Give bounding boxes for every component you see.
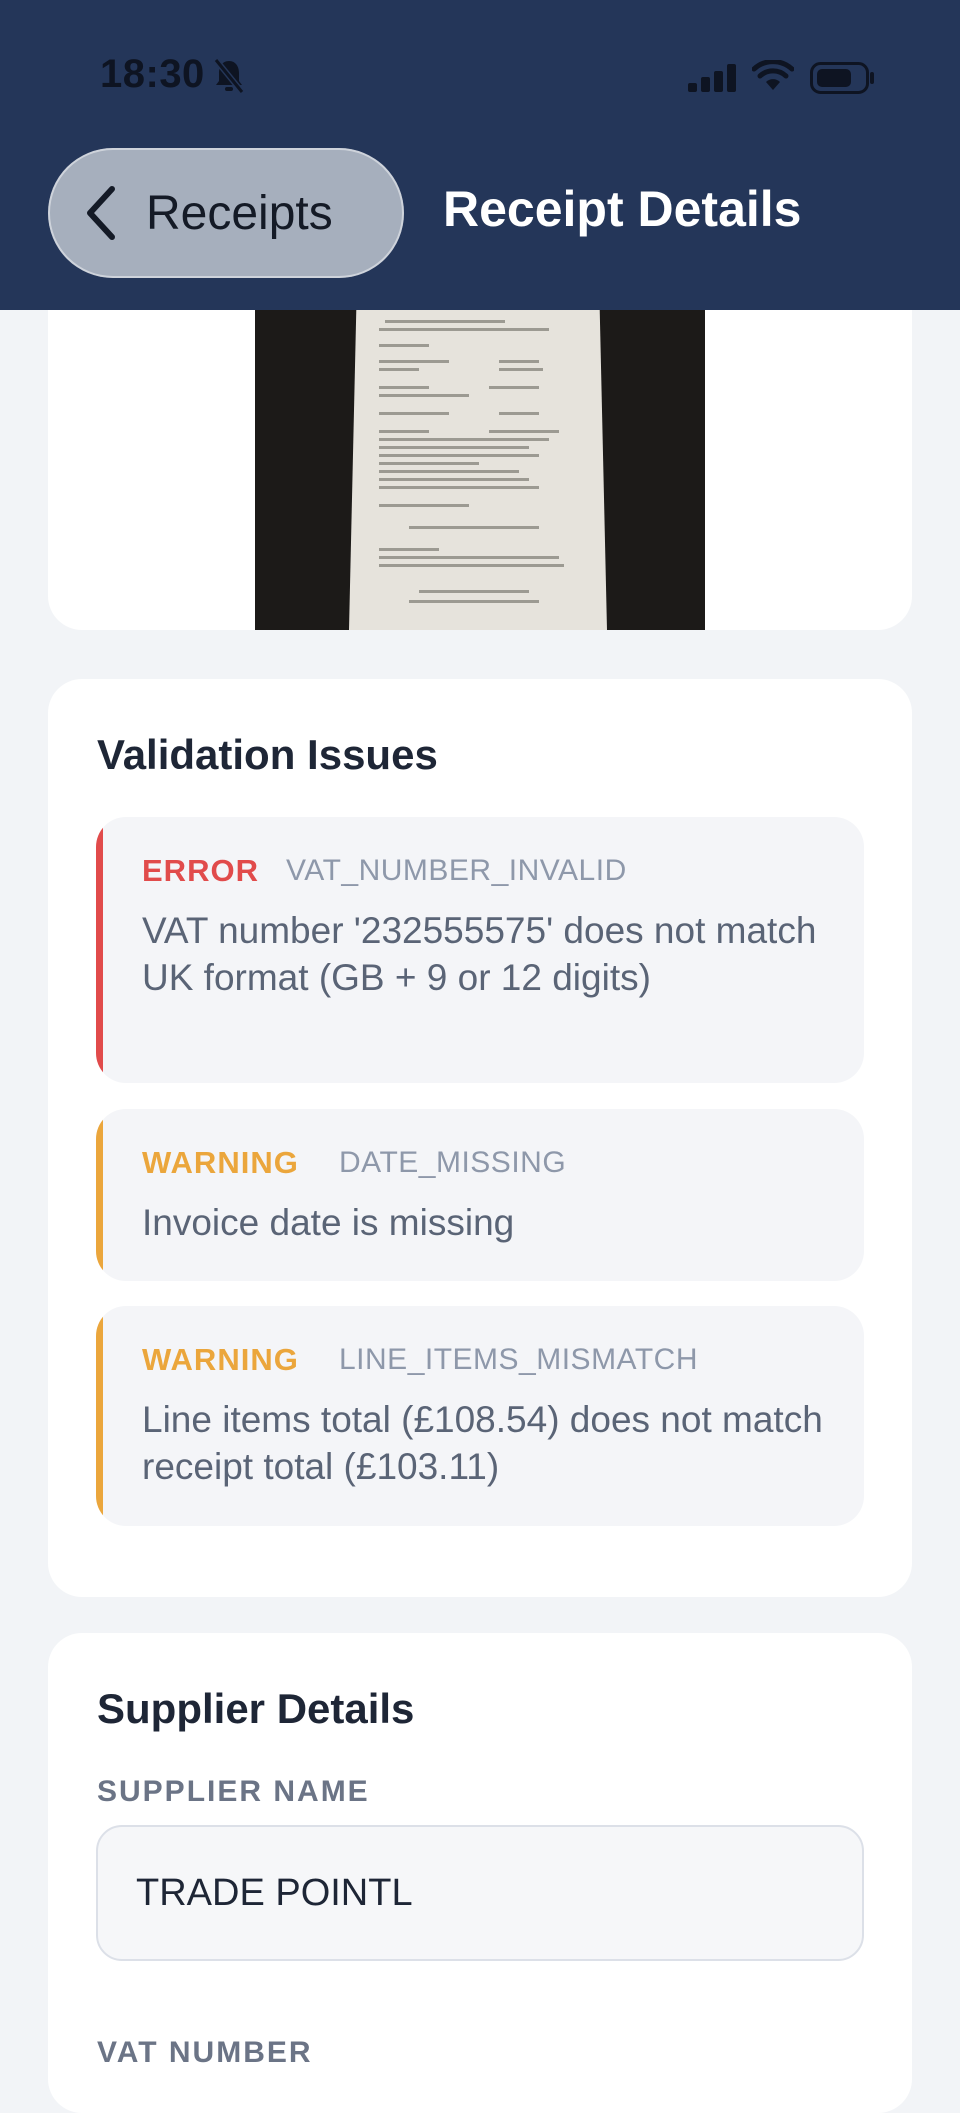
issue-message: Invoice date is missing [142, 1202, 515, 1243]
receipt-paper [349, 290, 607, 630]
severity-bar [96, 817, 103, 1083]
bell-muted-icon [213, 58, 245, 99]
severity-bar [96, 1109, 103, 1281]
validation-issue-warning: WARNING LINE_ITEMS_MISMATCH Line items t… [96, 1306, 864, 1526]
status-time: 18:30 [100, 52, 205, 96]
issue-severity: ERROR [142, 853, 259, 888]
issue-code: VAT_NUMBER_INVALID [286, 854, 627, 887]
nav-header: 18:30 Receipts Receipt Details [0, 0, 960, 310]
wifi-icon [751, 59, 795, 97]
supplier-details-card: Supplier Details SUPPLIER NAME TRADE POI… [48, 1633, 912, 2113]
validation-issue-warning: WARNING DATE_MISSING Invoice date is mis… [96, 1109, 864, 1281]
issue-code: DATE_MISSING [339, 1146, 567, 1179]
back-button-label: Receipts [146, 186, 333, 240]
validation-issues-card: Validation Issues ERROR VAT_NUMBER_INVAL… [48, 679, 912, 1597]
issue-severity: WARNING [142, 1342, 299, 1377]
supplier-name-label: SUPPLIER NAME [97, 1775, 370, 1808]
cellular-signal-icon [688, 64, 738, 97]
supplier-name-field[interactable]: TRADE POINTL [96, 1825, 864, 1961]
severity-bar [96, 1306, 103, 1526]
chevron-left-icon [87, 186, 115, 240]
vat-number-label: VAT NUMBER [97, 2036, 313, 2069]
back-button[interactable]: Receipts [48, 148, 404, 278]
receipt-photo[interactable] [255, 290, 705, 630]
issue-code: LINE_ITEMS_MISMATCH [339, 1343, 698, 1376]
issue-message: VAT number '232555575' does not match UK… [142, 910, 817, 998]
battery-icon [810, 62, 876, 99]
validation-issues-title: Validation Issues [97, 731, 438, 778]
validation-issue-error: ERROR VAT_NUMBER_INVALID VAT number '232… [96, 817, 864, 1083]
issue-severity: WARNING [142, 1145, 299, 1180]
supplier-name-value: TRADE POINTL [136, 1871, 413, 1914]
issue-message: Line items total (£108.54) does not matc… [142, 1399, 823, 1487]
supplier-details-title: Supplier Details [97, 1685, 415, 1732]
page-title: Receipt Details [443, 181, 802, 237]
